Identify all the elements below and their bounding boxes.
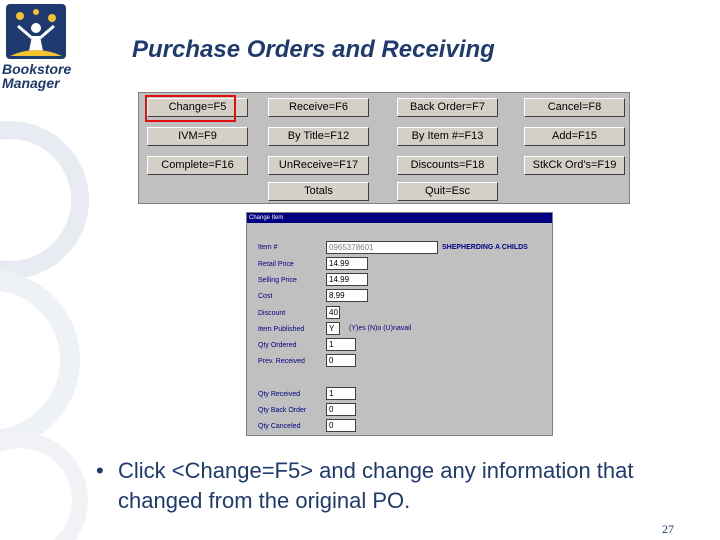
totals-button[interactable]: Totals xyxy=(268,182,369,201)
item-number-field[interactable]: 0965378601 xyxy=(326,241,438,254)
qty-ordered-field[interactable]: 1 xyxy=(326,338,356,351)
logo-text-line1: Bookstore xyxy=(2,61,72,77)
bullet-marker: • xyxy=(96,458,104,483)
bookstore-manager-logo: Bookstore Manager xyxy=(0,0,72,92)
add-f15-button[interactable]: Add=F15 xyxy=(524,127,625,146)
item-number-label: Item # xyxy=(258,244,278,251)
by-item-f13-button[interactable]: By Item #=F13 xyxy=(397,127,498,146)
retail-price-field[interactable]: 14.99 xyxy=(326,257,368,270)
po-function-toolbar: Change=F5 Receive=F6 Back Order=F7 Cance… xyxy=(138,92,630,204)
discounts-f18-button[interactable]: Discounts=F18 xyxy=(397,156,498,175)
item-published-label: Item Published xyxy=(258,326,305,333)
by-title-f12-button[interactable]: By Title=F12 xyxy=(268,127,369,146)
item-published-field[interactable]: Y xyxy=(326,322,340,335)
item-description: SHEPHERDING A CHILDS xyxy=(442,244,528,251)
cost-label: Cost xyxy=(258,293,273,300)
qty-received-field[interactable]: 1 xyxy=(326,387,356,400)
retail-price-label: Retail Price xyxy=(258,261,294,268)
discount-label: Discount xyxy=(258,310,286,317)
cost-field[interactable]: 8.99 xyxy=(326,289,368,302)
change-f5-button[interactable]: Change=F5 xyxy=(147,98,248,117)
dialog-title: Change Item xyxy=(247,213,552,223)
cancel-f8-button[interactable]: Cancel=F8 xyxy=(524,98,625,117)
change-item-dialog: Change Item Item # 0965378601 SHEPHERDIN… xyxy=(246,212,553,436)
receive-f6-button[interactable]: Receive=F6 xyxy=(268,98,369,117)
stkck-ords-f19-button[interactable]: StkCk Ord's=F19 xyxy=(524,156,625,175)
logo-emblem-icon xyxy=(6,4,66,59)
qty-canceled-field[interactable]: 0 xyxy=(326,419,356,432)
slide-title: Purchase Orders and Receiving xyxy=(132,36,495,63)
qty-canceled-label: Qty Canceled xyxy=(258,423,301,430)
ivm-f9-button[interactable]: IVM=F9 xyxy=(147,127,248,146)
prev-received-label: Prev. Received xyxy=(258,358,305,365)
logo-text-line2: Manager xyxy=(2,75,60,91)
published-options-note: (Y)es (N)o (U)navail xyxy=(349,325,412,332)
selling-price-field[interactable]: 14.99 xyxy=(326,273,368,286)
back-order-f7-button[interactable]: Back Order=F7 xyxy=(397,98,498,117)
discount-field[interactable]: 40 xyxy=(326,306,340,319)
unreceive-f17-button[interactable]: UnReceive=F17 xyxy=(268,156,369,175)
qty-received-label: Qty Received xyxy=(258,391,301,398)
qty-back-order-field[interactable]: 0 xyxy=(326,403,356,416)
complete-f16-button[interactable]: Complete=F16 xyxy=(147,156,248,175)
quit-esc-button[interactable]: Quit=Esc xyxy=(397,182,498,201)
page-number: 27 xyxy=(662,522,674,536)
qty-back-order-label: Qty Back Order xyxy=(258,407,307,414)
bullet-text: Click <Change=F5> and change any informa… xyxy=(118,458,634,513)
prev-received-field[interactable]: 0 xyxy=(326,354,356,367)
qty-ordered-label: Qty Ordered xyxy=(258,342,297,349)
selling-price-label: Selling Price xyxy=(258,277,297,284)
